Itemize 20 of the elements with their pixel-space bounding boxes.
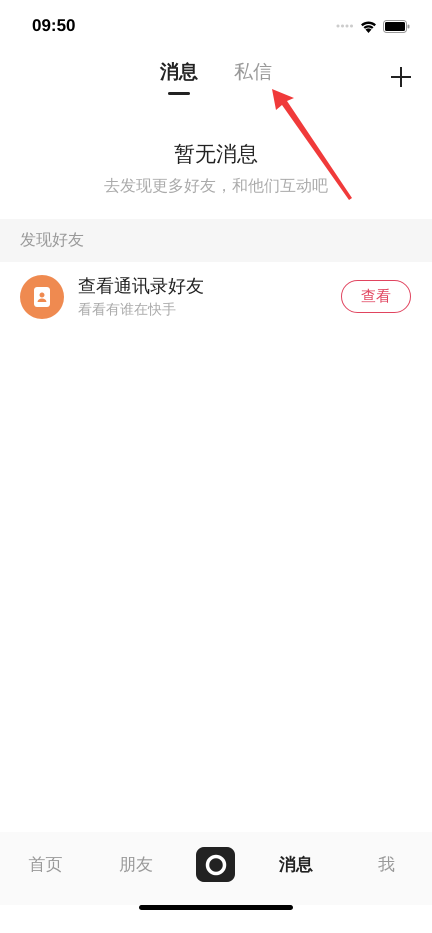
wifi-icon: [360, 20, 377, 32]
empty-title: 暂无消息: [174, 141, 258, 168]
nav-item[interactable]: 首页: [15, 852, 76, 877]
status-time: 09:50: [32, 16, 76, 36]
suggestion-subtitle: 看看有谁在快手: [78, 301, 177, 319]
view-button[interactable]: 查看: [341, 280, 411, 313]
nav-item[interactable]: 消息: [266, 852, 326, 877]
empty-subtitle: 去发现更多好友，和他们互动吧: [104, 176, 328, 197]
ring-icon: [204, 854, 227, 876]
suggestion-title: 查看通讯录好友: [78, 275, 205, 298]
nav-item[interactable]: 我: [356, 852, 417, 877]
signal-icon: [336, 24, 354, 28]
camera-button[interactable]: [196, 847, 236, 882]
battery-icon: [383, 20, 410, 32]
add-icon[interactable]: [390, 66, 412, 88]
contact-icon: [20, 274, 64, 318]
section-title: 发现好友: [20, 230, 84, 251]
header-tab[interactable]: 消息: [160, 59, 198, 95]
header-tab[interactable]: 私信: [234, 59, 272, 95]
nav-item[interactable]: 朋友: [106, 852, 166, 877]
